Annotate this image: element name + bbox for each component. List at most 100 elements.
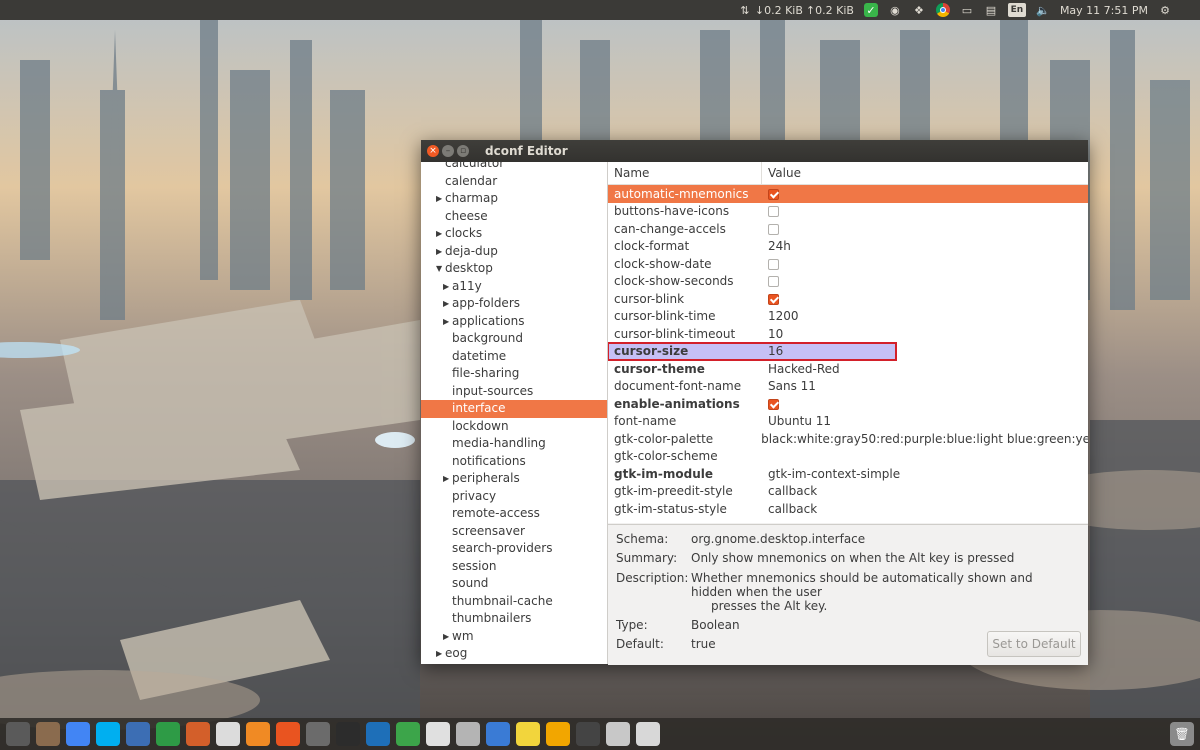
tree-item[interactable]: media-handling bbox=[421, 435, 607, 453]
key-value[interactable]: Ubuntu 11 bbox=[762, 414, 831, 428]
table-row[interactable]: cursor-theme Hacked-Red bbox=[608, 360, 1088, 378]
tree-item[interactable]: ▶ wm bbox=[421, 628, 607, 646]
tree-item[interactable]: ▶ app-folders bbox=[421, 295, 607, 313]
app-blue-circle-icon[interactable] bbox=[486, 722, 510, 746]
tree-item[interactable]: notifications bbox=[421, 453, 607, 471]
checkbox-unchecked[interactable] bbox=[768, 223, 779, 235]
expander-collapsed-icon[interactable]: ▶ bbox=[443, 628, 449, 646]
table-row[interactable]: clock-format 24h bbox=[608, 238, 1088, 256]
table-row[interactable]: gtk-color-scheme bbox=[608, 448, 1088, 466]
terminal-icon[interactable] bbox=[336, 722, 360, 746]
tree-item[interactable]: ▶ charmap bbox=[421, 190, 607, 208]
system-settings-icon[interactable] bbox=[6, 722, 30, 746]
wifi-icon[interactable]: ◉ bbox=[888, 3, 902, 17]
video-editor-icon[interactable] bbox=[576, 722, 600, 746]
table-row[interactable]: gtk-im-status-style callback bbox=[608, 500, 1088, 518]
expander-collapsed-icon[interactable]: ▶ bbox=[443, 470, 449, 488]
presentation-icon[interactable] bbox=[186, 722, 210, 746]
set-to-default-button[interactable]: Set to Default bbox=[987, 631, 1081, 657]
screen-icon[interactable]: ▭ bbox=[960, 3, 974, 17]
tree-item[interactable]: privacy bbox=[421, 488, 607, 506]
tree-item[interactable]: screensaver bbox=[421, 523, 607, 541]
expander-collapsed-icon[interactable]: ▶ bbox=[443, 278, 449, 296]
tree-item[interactable]: session bbox=[421, 558, 607, 576]
expander-collapsed-icon[interactable]: ▶ bbox=[436, 190, 442, 208]
key-value[interactable]: callback bbox=[762, 484, 817, 498]
key-value[interactable]: 1200 bbox=[762, 309, 799, 323]
table-row[interactable]: document-font-name Sans 11 bbox=[608, 378, 1088, 396]
table-row[interactable]: gtk-im-preedit-style callback bbox=[608, 483, 1088, 501]
skype-icon[interactable] bbox=[96, 722, 120, 746]
key-value[interactable]: Sans 11 bbox=[762, 379, 816, 393]
tree-item[interactable]: lockdown bbox=[421, 418, 607, 436]
files-icon[interactable] bbox=[36, 722, 60, 746]
tree-item[interactable]: ▶ peripherals bbox=[421, 470, 607, 488]
tree-item[interactable]: datetime bbox=[421, 348, 607, 366]
expander-collapsed-icon[interactable]: ▶ bbox=[436, 645, 442, 663]
expander-expanded-icon[interactable]: ▼ bbox=[436, 260, 442, 278]
keyboard-layout-indicator[interactable]: En bbox=[1007, 3, 1026, 17]
column-header-name[interactable]: Name bbox=[608, 162, 762, 184]
checkbox-unchecked[interactable] bbox=[768, 258, 779, 270]
spreadsheet-icon[interactable] bbox=[156, 722, 180, 746]
chrome-tray-icon[interactable] bbox=[935, 3, 950, 17]
key-value[interactable]: black:white:gray50:red:purple:blue:light… bbox=[755, 432, 1088, 446]
close-icon[interactable]: × bbox=[427, 145, 439, 157]
key-value[interactable]: gtk-im-context-simple bbox=[762, 467, 900, 481]
tree-item[interactable]: cheese bbox=[421, 208, 607, 226]
tree-item[interactable]: calculator bbox=[421, 162, 607, 173]
chrome-icon[interactable] bbox=[66, 722, 90, 746]
expander-collapsed-icon[interactable]: ▶ bbox=[436, 243, 442, 261]
keys-table[interactable]: Name Value automatic-mnemonics buttons-ha… bbox=[608, 162, 1088, 523]
table-row[interactable]: clock-show-seconds bbox=[608, 273, 1088, 291]
drive2-icon[interactable] bbox=[636, 722, 660, 746]
table-row[interactable]: enable-animations bbox=[608, 395, 1088, 413]
tree-item[interactable]: background bbox=[421, 330, 607, 348]
trash-icon[interactable]: 🗑 bbox=[1170, 722, 1194, 746]
maximize-icon[interactable]: ▫ bbox=[457, 145, 469, 157]
window-titlebar[interactable]: × – ▫ dconf Editor bbox=[421, 140, 1088, 162]
robot-icon[interactable] bbox=[216, 722, 240, 746]
tree-item[interactable]: thumbnailers bbox=[421, 610, 607, 628]
app-sphere-icon[interactable] bbox=[456, 722, 480, 746]
key-value[interactable]: 10 bbox=[762, 327, 783, 341]
checkbox-unchecked[interactable] bbox=[768, 206, 779, 218]
tree-item[interactable]: ▶ applications bbox=[421, 313, 607, 331]
network-indicator[interactable]: ⇅ ↓0.2 KiB ↑0.2 KiB bbox=[738, 3, 854, 17]
expander-collapsed-icon[interactable]: ▶ bbox=[436, 225, 442, 243]
dropbox-icon[interactable]: ❖ bbox=[912, 3, 926, 17]
app-x-icon[interactable] bbox=[546, 722, 570, 746]
column-header-value[interactable]: Value bbox=[762, 166, 801, 180]
vlc-icon[interactable] bbox=[246, 722, 270, 746]
tree-item[interactable]: calendar bbox=[421, 173, 607, 191]
tree-item[interactable]: interface bbox=[421, 400, 607, 418]
tree-item[interactable]: ▶ a11y bbox=[421, 278, 607, 296]
minimize-icon[interactable]: – bbox=[442, 145, 454, 157]
table-row[interactable]: clock-show-date bbox=[608, 255, 1088, 273]
key-value[interactable]: 24h bbox=[762, 239, 791, 253]
checkbox-checked[interactable] bbox=[768, 293, 779, 305]
table-row[interactable]: cursor-size 16 bbox=[608, 341, 897, 361]
tree-item[interactable]: ▶ eog bbox=[421, 645, 607, 663]
table-row[interactable]: cursor-blink-time 1200 bbox=[608, 308, 1088, 326]
software-center-icon[interactable] bbox=[276, 722, 300, 746]
tree-item[interactable]: remote-access bbox=[421, 505, 607, 523]
clock-label[interactable]: May 11 7:51 PM bbox=[1060, 4, 1148, 17]
tweak-tool-icon[interactable] bbox=[306, 722, 330, 746]
expander-collapsed-icon[interactable]: ▶ bbox=[443, 295, 449, 313]
document-icon[interactable] bbox=[126, 722, 150, 746]
tree-item[interactable]: sound bbox=[421, 575, 607, 593]
checkbox-checked[interactable] bbox=[768, 398, 779, 410]
power-gear-icon[interactable]: ⚙ bbox=[1158, 3, 1172, 17]
key-value[interactable]: callback bbox=[762, 502, 817, 516]
tree-item[interactable]: ▶ deja-dup bbox=[421, 243, 607, 261]
key-value[interactable]: 16 bbox=[762, 344, 783, 358]
table-row[interactable]: gtk-im-module gtk-im-context-simple bbox=[608, 465, 1088, 483]
notes-icon[interactable] bbox=[516, 722, 540, 746]
checkbox-checked[interactable] bbox=[768, 188, 779, 200]
table-row[interactable]: font-name Ubuntu 11 bbox=[608, 413, 1088, 431]
key-value[interactable]: Hacked-Red bbox=[762, 362, 840, 376]
tree-item[interactable]: thumbnail-cache bbox=[421, 593, 607, 611]
table-row[interactable]: cursor-blink bbox=[608, 290, 1088, 308]
tree-item[interactable]: ▼ desktop bbox=[421, 260, 607, 278]
